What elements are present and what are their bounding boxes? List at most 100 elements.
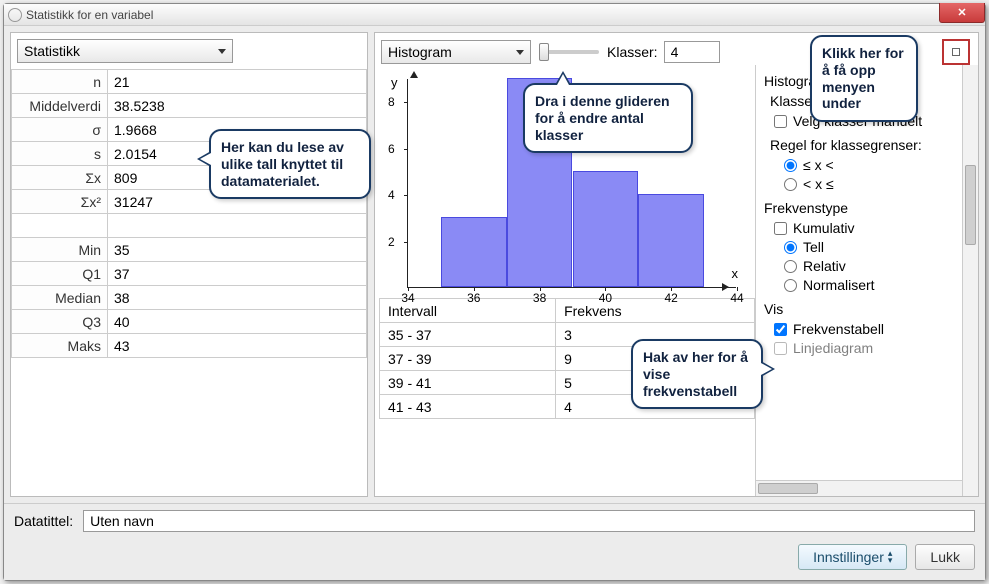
options-menu-button[interactable] [942,39,970,65]
stats-row-value: 21 [108,70,367,94]
classes-slider[interactable] [539,50,599,54]
freq-interval: 37 - 39 [380,347,556,371]
footer-row: Datatittel: [4,503,985,538]
histogram-bar [441,217,507,287]
stats-row-label: σ [12,118,108,142]
callout-freqtable: Hak av her for å vise frekvenstabell [631,339,763,409]
stats-row-value: 37 [108,262,367,286]
settings-button-label: Innstillinger [813,549,884,565]
x-axis-label: x [732,266,739,281]
stats-row: Min35 [12,238,367,262]
freq-col-frequency: Frekvens [556,299,755,323]
window-title: Statistikk for en variabel [26,8,153,22]
radio-relativ[interactable] [784,260,797,273]
radio-normalisert[interactable] [784,279,797,292]
opt-kumulativ[interactable]: Kumulativ [774,220,970,236]
x-tick: 34 [401,291,414,305]
slider-thumb[interactable] [539,43,549,61]
stats-row-label: s [12,142,108,166]
stats-row-label: Q3 [12,310,108,334]
y-tick: 6 [388,142,395,156]
stats-row [12,214,367,238]
close-icon: ✕ [957,6,966,19]
freq-interval: 41 - 43 [380,395,556,419]
chart-dropdown-label: Histogram [388,44,452,60]
x-tick: 40 [599,291,612,305]
stats-table: n21Middelverdi38.5238σ1.9668s2.0154Σx809… [11,69,367,358]
scrollbar-thumb[interactable] [758,483,818,494]
stats-type-dropdown[interactable]: Statistikk [17,39,233,63]
radio-rule-1[interactable] [784,159,797,172]
chevron-down-icon [218,49,226,54]
opt-frekvenstabell[interactable]: Frekvenstabell [774,321,970,337]
x-tick: 38 [533,291,546,305]
stats-row: Maks43 [12,334,367,358]
options-vscrollbar[interactable] [962,65,978,496]
histogram-options-panel: Histogram Klasser Velg klasser manuelt R… [755,65,978,496]
chart-type-dropdown[interactable]: Histogram [381,40,531,64]
stats-row-label: Q1 [12,262,108,286]
stats-row-label: n [12,70,108,94]
radio-tell[interactable] [784,241,797,254]
stats-panel: Statistikk n21Middelverdi38.5238σ1.9668s… [10,32,368,497]
stats-row: Q137 [12,262,367,286]
close-button[interactable]: ✕ [939,3,985,23]
opt-vis-heading: Vis [764,301,970,317]
options-hscrollbar[interactable] [756,480,962,496]
stats-row: Median38 [12,286,367,310]
histogram-panel: Histogram Klasser: y 246834363840 [374,32,979,497]
stats-row-label: Middelverdi [12,94,108,118]
window-body: Statistikk n21Middelverdi38.5238σ1.9668s… [4,26,985,503]
opt-freqtype-heading: Frekvenstype [764,200,970,216]
updown-icon: ▴▾ [888,550,893,564]
freq-interval: 39 - 41 [380,371,556,395]
datatitle-label: Datatittel: [14,513,73,529]
datatitle-input[interactable] [83,510,975,532]
stats-row-value: 35 [108,238,367,262]
stats-row-label: Maks [12,334,108,358]
button-row: Innstillinger ▴▾ Lukk [4,538,985,580]
checkbox-frekvenstabell[interactable] [774,323,787,336]
close-button-footer[interactable]: Lukk [915,544,975,570]
y-axis-label: y [391,75,398,90]
stats-row-value: 40 [108,310,367,334]
scrollbar-thumb[interactable] [965,165,976,245]
checkbox-linjediagram[interactable] [774,342,787,355]
callout-slider: Dra i denne glideren for å endre antal k… [523,83,693,153]
opt-normalisert[interactable]: Normalisert [784,277,970,293]
settings-button[interactable]: Innstillinger ▴▾ [798,544,907,570]
stats-row-label: Median [12,286,108,310]
callout-slider-text: Dra i denne glideren for å endre antal k… [535,93,670,143]
stats-row: n21 [12,70,367,94]
stats-row-label: Min [12,238,108,262]
x-tick: 36 [467,291,480,305]
classes-label: Klasser: [607,44,658,60]
checkbox-kumulativ[interactable] [774,222,787,235]
callout-stats-text: Her kan du lese av ulike tall knyttet ti… [221,139,344,189]
histogram-bar [573,171,639,287]
classes-input[interactable] [664,41,720,63]
app-icon [8,8,22,22]
stats-row-value: 38 [108,286,367,310]
stats-window: Statistikk for en variabel ✕ Statistikk … [3,3,986,581]
close-button-label: Lukk [930,549,960,565]
radio-rule-2[interactable] [784,178,797,191]
stats-row-value [108,214,367,238]
callout-stats: Her kan du lese av ulike tall knyttet ti… [209,129,371,199]
callout-menu: Klikk her for å få opp menyen under [810,35,918,122]
checkbox-manual-classes[interactable] [774,115,787,128]
opt-rule-2[interactable]: < x ≤ [784,176,970,192]
opt-rule-1[interactable]: ≤ x < [784,157,970,173]
callout-menu-text: Klikk her for å få opp menyen under [822,45,904,111]
opt-rule-heading: Regel for klassegrenser: [770,137,970,153]
stats-row: Middelverdi38.5238 [12,94,367,118]
freq-interval: 35 - 37 [380,323,556,347]
titlebar: Statistikk for en variabel ✕ [4,4,985,26]
stats-row-value: 43 [108,334,367,358]
stats-row: Q340 [12,310,367,334]
opt-tell[interactable]: Tell [784,239,970,255]
y-axis-arrow-icon [410,71,418,78]
y-tick: 2 [388,235,395,249]
opt-relativ[interactable]: Relativ [784,258,970,274]
opt-linjediagram[interactable]: Linjediagram [774,340,970,356]
